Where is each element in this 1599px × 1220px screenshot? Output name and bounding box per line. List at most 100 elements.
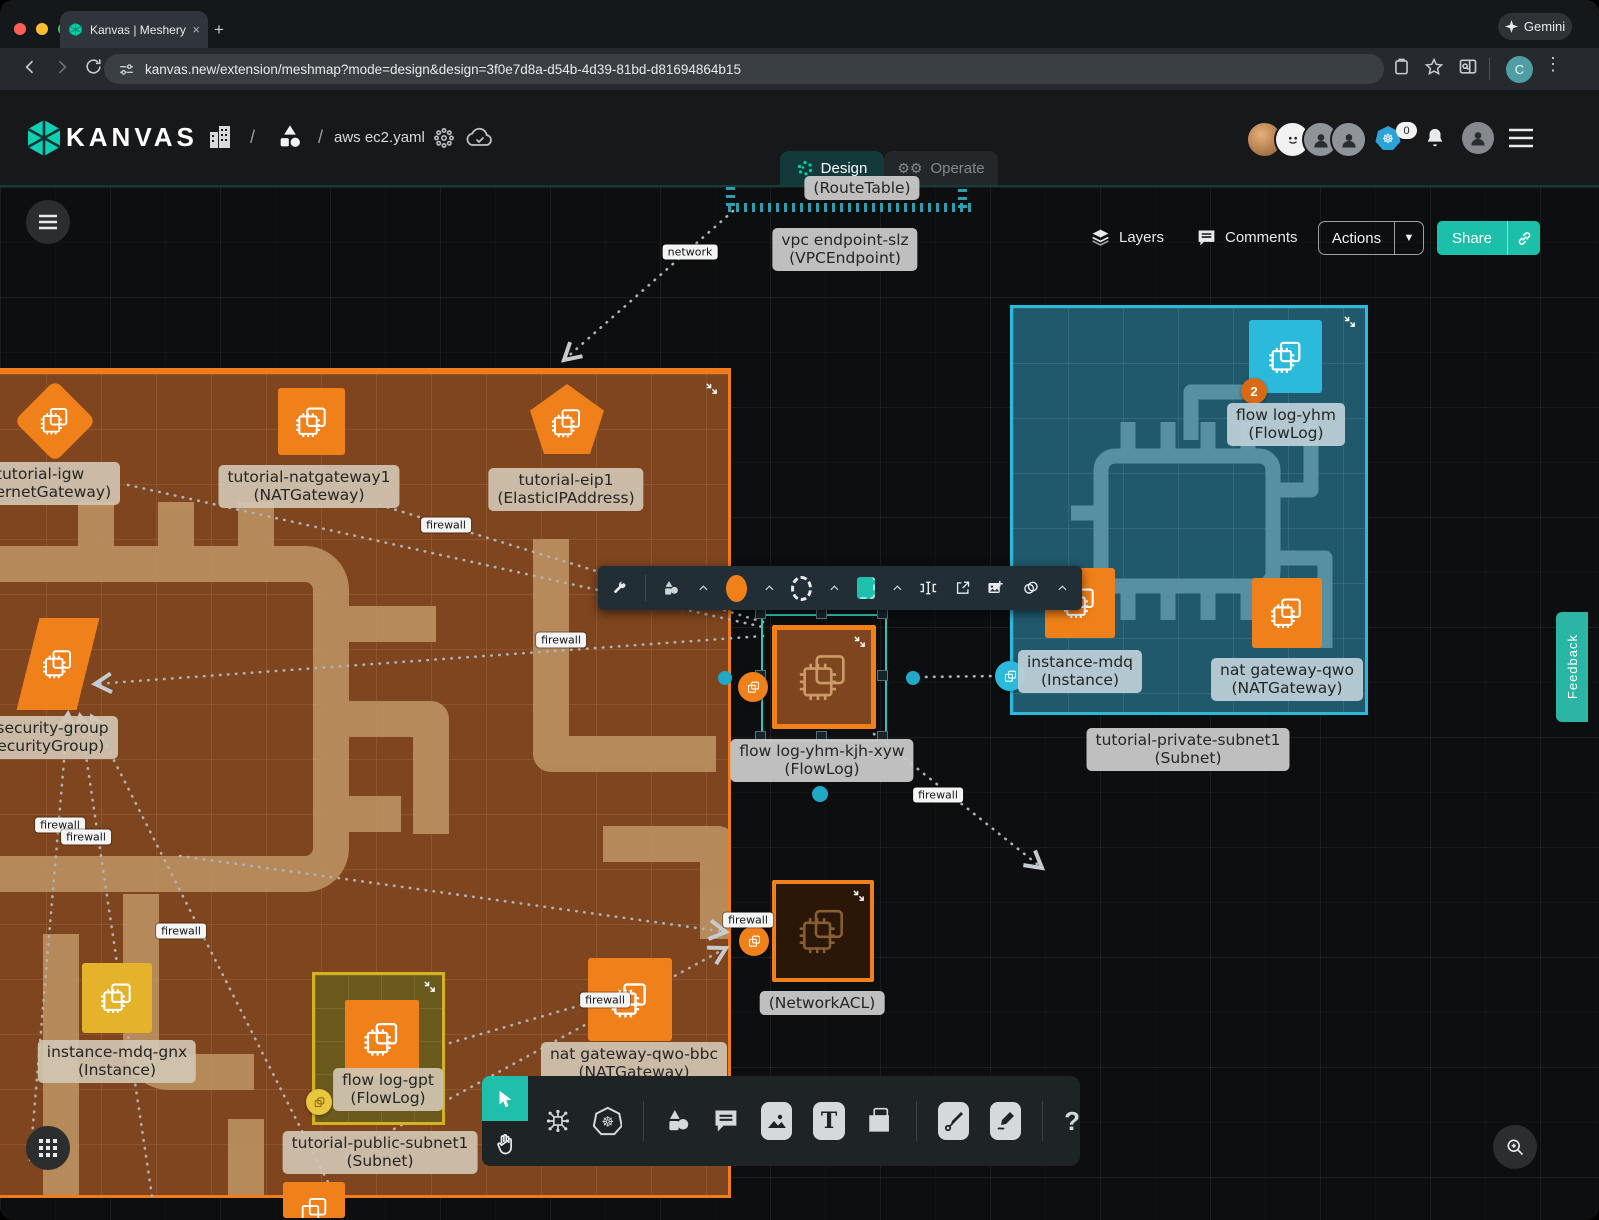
node-network-acl[interactable] bbox=[772, 880, 874, 982]
chevron-up-icon[interactable] bbox=[698, 583, 709, 593]
collaborator-avatars[interactable] bbox=[1246, 121, 1367, 158]
chevron-up-icon[interactable] bbox=[1057, 583, 1068, 593]
actions-dropdown-caret[interactable]: ▼ bbox=[1395, 232, 1423, 244]
border-style-swatch[interactable] bbox=[791, 576, 812, 601]
node-label-natgateway1[interactable]: tutorial-natgateway1(NATGateway) bbox=[218, 465, 399, 508]
comment-dock-icon[interactable] bbox=[712, 1105, 740, 1137]
freehand-pencil-dock-icon[interactable] bbox=[990, 1102, 1021, 1140]
group-tool-icon[interactable] bbox=[1022, 578, 1041, 598]
apps-grid-button[interactable] bbox=[26, 1126, 70, 1170]
text-dock-icon[interactable]: T bbox=[813, 1102, 844, 1140]
node-flow-log-gpt[interactable] bbox=[345, 1000, 419, 1078]
edge-label-firewall: firewall bbox=[421, 518, 471, 533]
collapse-icon[interactable] bbox=[423, 980, 436, 993]
node-label-private-subnet[interactable]: tutorial-private-subnet1(Subnet) bbox=[1087, 728, 1290, 771]
app-menu-icon[interactable] bbox=[1508, 127, 1534, 149]
close-window-button[interactable] bbox=[14, 23, 26, 35]
layers-button[interactable]: Layers bbox=[1090, 227, 1164, 248]
image-dock-icon[interactable] bbox=[761, 1102, 792, 1140]
cloud-sync-icon[interactable] bbox=[466, 125, 494, 151]
breadcrumb-slash2: / bbox=[318, 127, 323, 148]
meshery-operator-icon[interactable] bbox=[432, 126, 456, 150]
node-label-securitygroup[interactable]: al-security-group(SecurityGroup) bbox=[0, 716, 118, 759]
design-file-name[interactable]: aws ec2.yaml bbox=[334, 129, 425, 146]
resize-handle[interactable] bbox=[877, 670, 888, 681]
collapse-icon[interactable] bbox=[852, 889, 865, 902]
node-partial-bottom[interactable] bbox=[283, 1182, 345, 1218]
open-in-new-icon[interactable] bbox=[955, 578, 971, 598]
node-label-flowlog-yhm[interactable]: flow log-yhm(FlowLog) bbox=[1227, 403, 1345, 446]
user-avatar[interactable] bbox=[1462, 122, 1494, 154]
address-bar[interactable]: kanvas.new/extension/meshmap?mode=design… bbox=[104, 54, 1384, 84]
components-tool-icon[interactable] bbox=[544, 1104, 572, 1138]
browser-tab[interactable]: Kanvas | Meshery × bbox=[60, 11, 208, 48]
note-dock-icon[interactable] bbox=[866, 1104, 896, 1138]
zoom-button[interactable] bbox=[1493, 1125, 1537, 1169]
chevron-up-icon[interactable] bbox=[829, 583, 840, 593]
shapes-tool-icon[interactable] bbox=[662, 577, 681, 599]
pan-tool-button[interactable] bbox=[482, 1121, 528, 1166]
select-tool-button[interactable] bbox=[482, 1076, 528, 1121]
node-label-igw[interactable]: tutorial-igw(InternetGateway) bbox=[0, 462, 120, 505]
organization-icon[interactable] bbox=[208, 124, 232, 150]
connection-dot[interactable] bbox=[812, 786, 828, 802]
help-dock-icon[interactable]: ? bbox=[1064, 1106, 1080, 1137]
edge-badge-icon[interactable] bbox=[739, 926, 769, 956]
workspace-shapes-icon[interactable] bbox=[276, 123, 304, 151]
save-icon[interactable] bbox=[1392, 57, 1411, 76]
site-settings-icon[interactable] bbox=[118, 61, 135, 78]
node-label-flowlog-kjh[interactable]: flow log-yhm-kjh-xyw(FlowLog) bbox=[730, 739, 913, 782]
actions-button[interactable]: Actions ▼ bbox=[1318, 221, 1424, 255]
node-nat-gateway-1[interactable] bbox=[278, 388, 345, 455]
forward-button[interactable] bbox=[52, 57, 72, 77]
shapes-dock-icon[interactable] bbox=[665, 1106, 691, 1136]
collapse-icon[interactable] bbox=[705, 382, 718, 395]
add-image-icon[interactable] bbox=[987, 578, 1004, 598]
collaborator-avatar-4[interactable] bbox=[1330, 121, 1367, 158]
gemini-button[interactable]: Gemini bbox=[1498, 13, 1572, 40]
collapse-icon[interactable] bbox=[1343, 315, 1356, 328]
feedback-tab[interactable]: Feedback bbox=[1556, 612, 1588, 722]
notifications-bell-icon[interactable] bbox=[1424, 126, 1446, 150]
kanvas-logo[interactable] bbox=[24, 118, 64, 158]
node-label-instance-mdq[interactable]: instance-mdq(Instance) bbox=[1018, 650, 1142, 693]
browser-menu-icon[interactable]: ⋮ bbox=[1544, 54, 1562, 75]
node-label-networkacl[interactable]: (NetworkACL) bbox=[760, 991, 885, 1015]
node-instance-gnx[interactable] bbox=[82, 963, 152, 1033]
minimize-window-button[interactable] bbox=[36, 23, 48, 35]
side-panel-search-icon[interactable] bbox=[1458, 57, 1478, 77]
profile-avatar[interactable]: C bbox=[1506, 56, 1533, 83]
node-label-natgw-qwo[interactable]: nat gateway-qwo(NATGateway) bbox=[1211, 658, 1363, 701]
cursor-icon bbox=[494, 1088, 516, 1110]
fill-color-swatch[interactable] bbox=[726, 575, 747, 602]
node-label-public-subnet[interactable]: tutorial-public-subnet1(Subnet) bbox=[283, 1131, 478, 1174]
canvas-menu-button[interactable] bbox=[26, 200, 70, 244]
tab-close-icon[interactable]: × bbox=[192, 22, 200, 37]
copy-link-icon[interactable] bbox=[1508, 230, 1540, 247]
kubernetes-tool-icon[interactable]: ☸ bbox=[593, 1103, 623, 1139]
meshery-favicon bbox=[68, 22, 83, 37]
share-button[interactable]: Share bbox=[1437, 221, 1540, 255]
chevron-up-icon[interactable] bbox=[892, 583, 903, 593]
node-label-instance-gnx[interactable]: instance-mdq-gnx(Instance) bbox=[38, 1040, 196, 1083]
connection-dot[interactable] bbox=[718, 671, 732, 685]
node-label-eip1[interactable]: tutorial-eip1(ElasticIPAddress) bbox=[488, 468, 643, 511]
chevron-up-icon[interactable] bbox=[764, 583, 775, 593]
bookmark-star-icon[interactable] bbox=[1424, 57, 1444, 77]
node-label-routetable[interactable]: (RouteTable) bbox=[804, 176, 919, 200]
comments-button[interactable]: Comments bbox=[1196, 227, 1298, 248]
edge-badge-icon[interactable] bbox=[738, 672, 768, 702]
new-tab-button[interactable]: + bbox=[214, 20, 224, 40]
sparkle-icon bbox=[1505, 20, 1518, 33]
node-nat-gateway-qwo[interactable] bbox=[1252, 578, 1322, 648]
rename-icon[interactable] bbox=[919, 578, 938, 598]
shape-preview-swatch[interactable] bbox=[857, 577, 875, 599]
reload-button[interactable] bbox=[84, 57, 103, 76]
node-label-vpcendpoint[interactable]: vpc endpoint-slz(VPCEndpoint) bbox=[772, 228, 917, 271]
node-label-flowlog-gpt[interactable]: flow log-gpt(FlowLog) bbox=[333, 1068, 443, 1111]
back-button[interactable] bbox=[20, 57, 40, 77]
connection-dot[interactable] bbox=[906, 671, 920, 685]
edge-pen-dock-icon[interactable] bbox=[938, 1102, 969, 1140]
edge-badge-icon[interactable] bbox=[306, 1089, 332, 1115]
tools-wrench-icon[interactable] bbox=[612, 578, 628, 598]
